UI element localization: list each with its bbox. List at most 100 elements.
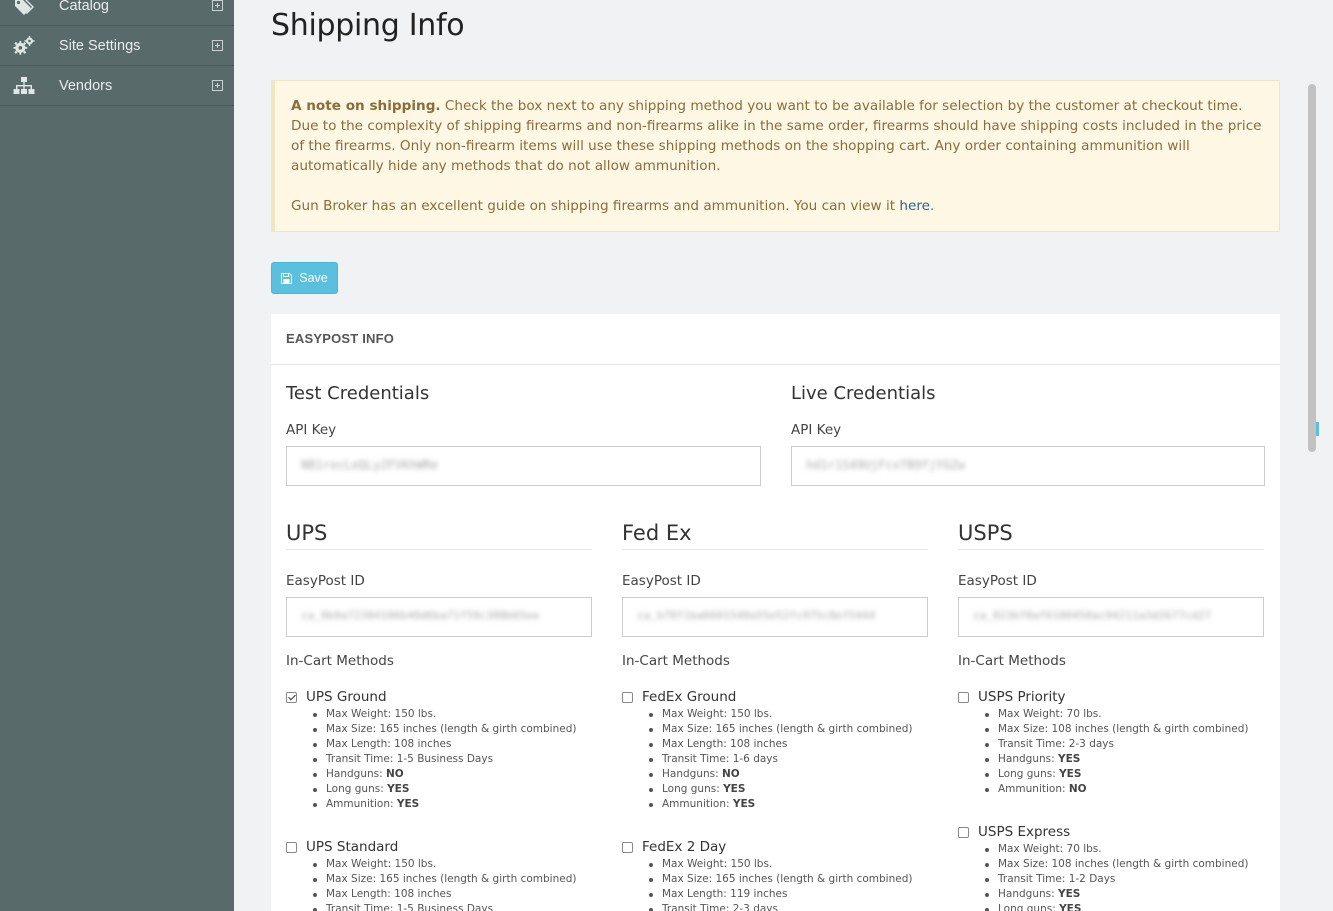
easypost-id-input[interactable]: ca_0b9a72384106b40d6ba71f59c388b65ee xyxy=(286,597,592,637)
method-checkbox[interactable] xyxy=(286,691,297,703)
method-details: Max Weight: 150 lbs. Max Size: 165 inches… xyxy=(286,707,592,812)
method-detail: Max Size: 165 inches (length & girth com… xyxy=(312,722,592,737)
method-checkbox[interactable] xyxy=(286,841,297,853)
live-api-key-input[interactable]: hd1r1S49UjFcxTB9fjYGZw xyxy=(791,446,1265,486)
detail-key: Transit Time: xyxy=(662,753,730,765)
in-cart-methods-label: In-Cart Methods xyxy=(958,653,1066,669)
method-details: Max Weight: 150 lbs. Max Size: 165 inches… xyxy=(622,707,928,812)
method-detail: Long guns: YES xyxy=(648,782,928,797)
detail-value: 150 lbs. xyxy=(394,708,437,720)
method-checkbox[interactable] xyxy=(958,691,969,703)
detail-flag: NO xyxy=(721,768,740,780)
in-cart-methods-label: In-Cart Methods xyxy=(622,653,730,669)
carrier-title: UPS xyxy=(286,521,592,550)
detail-value: 70 lbs. xyxy=(1066,843,1102,855)
easypost-panel: EASYPOST INFO Test Credentials API Key N… xyxy=(271,314,1280,911)
detail-value: 150 lbs. xyxy=(730,708,773,720)
detail-key: Transit Time: xyxy=(998,738,1066,750)
scrollbar-thumb[interactable] xyxy=(1308,84,1316,452)
method-detail: Long guns: YES xyxy=(984,902,1264,911)
method-option[interactable]: FedEx Ground xyxy=(622,689,928,705)
detail-key: Ammunition: xyxy=(998,783,1066,795)
note-paragraph: A note on shipping. Check the box next t… xyxy=(291,96,1263,176)
detail-key: Max Length: xyxy=(326,888,391,900)
detail-flag: YES xyxy=(1059,903,1082,911)
save-button[interactable]: Save xyxy=(271,262,338,294)
easypost-id-input[interactable]: ca_b70f1ba6601540a55e52fc975c8ef5444 xyxy=(622,597,928,637)
detail-value: 150 lbs. xyxy=(394,858,437,870)
detail-key: Handguns: xyxy=(662,768,719,780)
detail-value: 1-5 Business Days xyxy=(396,903,494,911)
detail-key: Max Weight: xyxy=(326,858,392,870)
detail-flag: YES xyxy=(732,798,756,810)
shipping-method: USPS Express Max Weight: 70 lbs. Max Size:… xyxy=(958,824,1264,911)
detail-value: 108 inches xyxy=(730,738,788,750)
detail-key: Transit Time: xyxy=(998,873,1066,885)
save-button-label: Save xyxy=(299,271,328,285)
method-details: Max Weight: 70 lbs. Max Size: 108 inches … xyxy=(958,707,1264,797)
detail-key: Transit Time: xyxy=(662,903,730,911)
method-detail: Handguns: NO xyxy=(648,767,928,782)
detail-key: Max Length: xyxy=(662,888,727,900)
method-option[interactable]: UPS Standard xyxy=(286,839,592,855)
test-credentials-title: Test Credentials xyxy=(286,383,430,404)
note-guide-text: Gun Broker has an excellent guide on shi… xyxy=(291,198,896,214)
method-checkbox[interactable] xyxy=(622,691,633,703)
detail-key: Max Size: xyxy=(998,723,1049,735)
method-details: Max Weight: 70 lbs. Max Size: 108 inches … xyxy=(958,842,1264,911)
test-api-key-value: NB1rocLeQLyZFVKhWRe xyxy=(301,458,439,472)
tags-icon xyxy=(13,0,35,17)
method-option[interactable]: USPS Priority xyxy=(958,689,1264,705)
easypost-id-label: EasyPost ID xyxy=(958,573,1037,589)
edge-tab xyxy=(1316,422,1319,436)
method-detail: Max Size: 108 inches (length & girth com… xyxy=(984,857,1264,872)
page-title: Shipping Info xyxy=(271,8,465,43)
sidebar-item-site-settings[interactable]: Site Settings xyxy=(0,26,234,66)
method-detail: Handguns: YES xyxy=(984,752,1264,767)
detail-key: Ammunition: xyxy=(662,798,730,810)
detail-key: Long guns: xyxy=(662,783,720,795)
live-api-key-label: API Key xyxy=(791,422,842,438)
test-api-key-input[interactable]: NB1rocLeQLyZFVKhWRe xyxy=(286,446,761,486)
detail-value: 165 inches (length & girth combined) xyxy=(379,873,577,885)
method-name: UPS Ground xyxy=(306,689,387,705)
method-option[interactable]: USPS Express xyxy=(958,824,1264,840)
detail-flag: YES xyxy=(723,783,746,795)
detail-value: 119 inches xyxy=(730,888,788,900)
method-detail: Max Size: 108 inches (length & girth com… xyxy=(984,722,1264,737)
shipping-note: A note on shipping. Check the box next t… xyxy=(271,80,1280,232)
method-detail: Transit Time: 1-2 Days xyxy=(984,872,1264,887)
easypost-id-input[interactable]: ca_023bf0af6180450ac94211a3d2677cd27 xyxy=(958,597,1264,637)
shipping-method: UPS Standard Max Weight: 150 lbs. Max Size… xyxy=(286,839,592,911)
detail-key: Max Weight: xyxy=(998,708,1064,720)
sidebar-item-catalog[interactable]: Catalog xyxy=(0,0,234,26)
method-detail: Max Size: 165 inches (length & girth com… xyxy=(648,872,928,887)
detail-value: 108 inches (length & girth combined) xyxy=(1051,858,1249,870)
detail-key: Transit Time: xyxy=(326,753,394,765)
detail-flag: YES xyxy=(1059,768,1082,780)
guide-link[interactable]: here xyxy=(899,198,930,214)
method-detail: Ammunition: YES xyxy=(312,797,592,812)
detail-key: Max Weight: xyxy=(662,858,728,870)
expand-icon[interactable] xyxy=(212,40,223,51)
detail-key: Max Weight: xyxy=(662,708,728,720)
method-checkbox[interactable] xyxy=(958,826,969,838)
detail-flag: NO xyxy=(385,768,404,780)
method-detail: Max Size: 165 inches (length & girth com… xyxy=(648,722,928,737)
detail-flag: YES xyxy=(1057,888,1081,900)
method-detail: Transit Time: 2-3 days xyxy=(648,902,928,911)
sitemap-icon xyxy=(13,75,35,97)
scrollbar[interactable] xyxy=(1305,0,1319,911)
method-option[interactable]: FedEx 2 Day xyxy=(622,839,928,855)
detail-flag: NO xyxy=(1068,783,1087,795)
shipping-method: UPS Ground Max Weight: 150 lbs. Max Size: … xyxy=(286,689,592,812)
sidebar-item-vendors[interactable]: Vendors xyxy=(0,66,234,106)
method-details: Max Weight: 150 lbs. Max Size: 165 inches… xyxy=(622,857,928,911)
method-checkbox[interactable] xyxy=(622,841,633,853)
detail-value: 108 inches (length & girth combined) xyxy=(1051,723,1249,735)
method-option[interactable]: UPS Ground xyxy=(286,689,592,705)
shipping-method: USPS Priority Max Weight: 70 lbs. Max Size… xyxy=(958,689,1264,797)
expand-icon[interactable] xyxy=(212,0,223,11)
expand-icon[interactable] xyxy=(212,80,223,91)
method-detail: Ammunition: NO xyxy=(984,782,1264,797)
